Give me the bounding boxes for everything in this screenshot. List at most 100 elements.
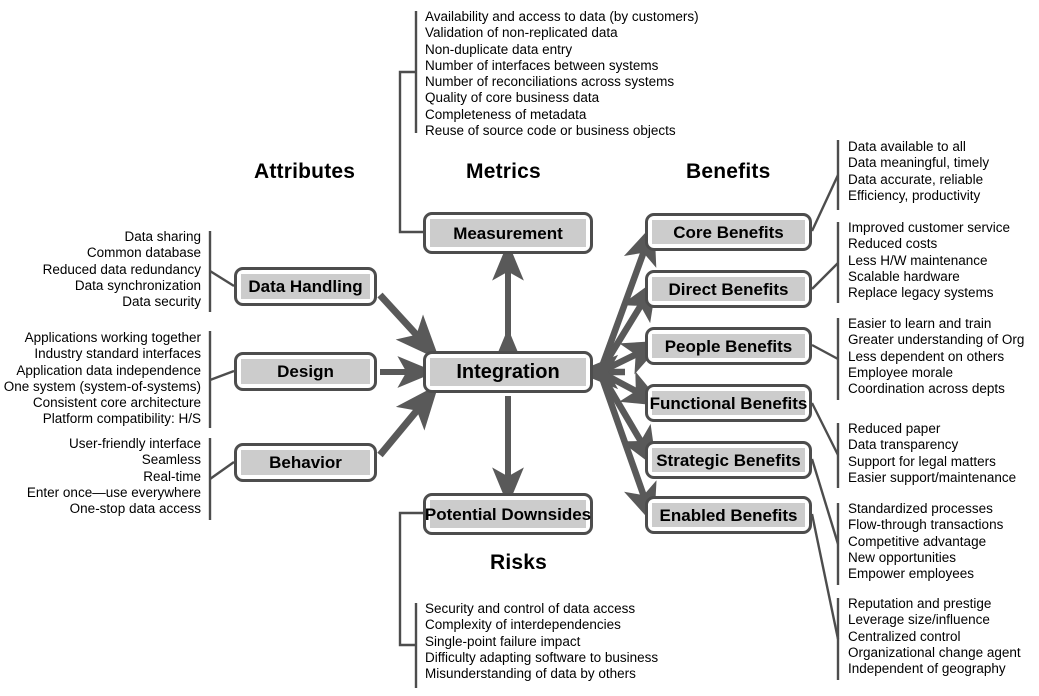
- list-item: Seamless: [141, 452, 201, 468]
- list-item: Common database: [86, 245, 201, 261]
- list-item: Platform compatibility: H/S: [42, 411, 201, 427]
- node-core-benefits-label: Core Benefits: [673, 222, 784, 242]
- node-potential-downsides-fill: Potential Downsides: [425, 500, 591, 528]
- list-item: Coordination across depts: [848, 381, 1005, 397]
- list-item: Industry standard interfaces: [34, 346, 201, 362]
- list-item: One-stop data access: [69, 501, 201, 517]
- list-item: Data accurate, reliable: [848, 171, 984, 187]
- list-item: Reduced data redundancy: [42, 261, 201, 277]
- node-design-fill: Design: [241, 359, 370, 384]
- list-item: Data meaningful, timely: [848, 155, 990, 171]
- diagram-canvas: Attributes Metrics Benefits Risks Measur…: [0, 0, 1039, 696]
- list-item: Reduced costs: [848, 236, 938, 252]
- list-item: Availability and access to data (by cust…: [425, 9, 699, 24]
- node-potential-downsides[interactable]: Potential Downsides: [423, 493, 593, 535]
- list-item: Organizational change agent: [848, 644, 1021, 660]
- heading-attributes: Attributes: [254, 160, 356, 183]
- node-people-benefits[interactable]: People Benefits: [645, 327, 812, 365]
- node-data-handling-label: Data Handling: [248, 277, 363, 296]
- node-measurement-fill: Measurement: [430, 219, 586, 247]
- list-item: Validation of non-replicated data: [425, 25, 618, 41]
- node-core-benefits-fill: Core Benefits: [652, 220, 805, 244]
- node-integration-fill: Integration: [430, 358, 586, 386]
- node-potential-downsides-label: Potential Downsides: [424, 504, 592, 524]
- list-item: Less dependent on others: [848, 348, 1005, 364]
- node-integration[interactable]: Integration: [423, 351, 593, 393]
- heading-risks: Risks: [490, 551, 548, 574]
- list-item: One system (system-of-systems): [3, 378, 201, 394]
- list-item: Centralized control: [848, 628, 961, 644]
- list-item: Data available to all: [848, 139, 966, 154]
- list-item: Improved customer service: [848, 220, 1011, 235]
- list-design: Applications working together Industry st…: [0, 330, 201, 428]
- list-item: Applications working together: [24, 330, 201, 345]
- node-behavior[interactable]: Behavior: [234, 443, 377, 482]
- node-enabled-benefits-label: Enabled Benefits: [659, 505, 798, 525]
- list-people-benefits: Easier to learn and train Greater underst…: [848, 316, 1024, 397]
- list-direct-benefits: Improved customer service Reduced costs Le…: [848, 220, 1010, 301]
- list-item: Consistent core architecture: [32, 395, 201, 411]
- list-item: Competitive advantage: [848, 533, 987, 549]
- node-direct-benefits-fill: Direct Benefits: [652, 277, 805, 301]
- list-item: Misunderstanding of data by others: [425, 666, 636, 682]
- node-integration-label: Integration: [456, 361, 560, 383]
- list-item: Quality of core business data: [425, 90, 600, 106]
- list-strategic-benefits: Standardized processes Flow-through trans…: [848, 501, 1003, 582]
- node-strategic-benefits-fill: Strategic Benefits: [652, 448, 805, 472]
- list-item: Independent of geography: [848, 661, 1006, 677]
- node-data-handling[interactable]: Data Handling: [234, 267, 377, 306]
- list-item: Replace legacy systems: [848, 285, 994, 301]
- list-item: Enter once—use everywhere: [26, 484, 201, 500]
- list-item: Easier support/maintenance: [848, 469, 1017, 485]
- list-item: Reuse of source code or business objects: [425, 123, 676, 139]
- list-item: Completeness of metadata: [425, 106, 587, 122]
- node-measurement-label: Measurement: [453, 223, 563, 243]
- node-behavior-label: Behavior: [269, 453, 342, 472]
- node-data-handling-fill: Data Handling: [241, 274, 370, 299]
- node-behavior-fill: Behavior: [241, 450, 370, 475]
- node-core-benefits[interactable]: Core Benefits: [645, 213, 812, 251]
- list-item: Data transparency: [848, 437, 959, 453]
- list-item: Less H/W maintenance: [848, 252, 988, 268]
- list-item: Difficulty adapting software to business: [425, 649, 659, 665]
- list-item: Number of reconciliations across systems: [425, 74, 675, 90]
- list-item: Real-time: [143, 468, 201, 484]
- list-item: Non-duplicate data entry: [425, 41, 573, 57]
- node-design[interactable]: Design: [234, 352, 377, 391]
- list-item: Reduced paper: [848, 421, 941, 436]
- list-item: Reputation and prestige: [848, 596, 992, 611]
- list-risks: Security and control of data access Compl…: [425, 601, 658, 682]
- list-item: Employee morale: [848, 364, 954, 380]
- node-functional-benefits-fill: Functional Benefits: [649, 391, 808, 415]
- list-item: Application data independence: [16, 362, 201, 378]
- list-item: Security and control of data access: [425, 601, 636, 616]
- list-item: Leverage size/influence: [848, 612, 990, 628]
- node-design-label: Design: [277, 362, 334, 381]
- node-people-benefits-fill: People Benefits: [652, 334, 805, 358]
- list-data-handling: Data sharing Common database Reduced data …: [0, 229, 201, 310]
- list-item: Standardized processes: [848, 501, 993, 516]
- list-item: Data synchronization: [74, 277, 201, 293]
- heading-benefits: Benefits: [686, 160, 771, 183]
- list-enabled-benefits: Reputation and prestige Leverage size/inf…: [848, 596, 1021, 677]
- node-functional-benefits-label: Functional Benefits: [649, 393, 808, 413]
- node-functional-benefits[interactable]: Functional Benefits: [645, 384, 812, 422]
- node-enabled-benefits[interactable]: Enabled Benefits: [645, 496, 812, 534]
- node-people-benefits-label: People Benefits: [664, 336, 793, 356]
- list-behavior: User-friendly interface Seamless Real-time…: [0, 436, 201, 517]
- list-functional-benefits: Reduced paper Data transparency Support fo…: [848, 421, 1016, 486]
- list-item: User-friendly interface: [68, 436, 201, 451]
- list-item: Complexity of interdependencies: [425, 617, 621, 633]
- list-item: Data sharing: [124, 229, 201, 244]
- node-direct-benefits[interactable]: Direct Benefits: [645, 270, 812, 308]
- node-measurement[interactable]: Measurement: [423, 212, 593, 254]
- node-enabled-benefits-fill: Enabled Benefits: [652, 503, 805, 527]
- list-item: Data security: [122, 294, 201, 310]
- list-item: Support for legal matters: [848, 453, 996, 469]
- list-metrics: Availability and access to data (by cust…: [425, 9, 699, 139]
- list-item: Number of interfaces between systems: [425, 57, 659, 73]
- node-strategic-benefits[interactable]: Strategic Benefits: [645, 441, 812, 479]
- list-item: Easier to learn and train: [848, 316, 992, 331]
- node-direct-benefits-label: Direct Benefits: [668, 279, 789, 299]
- list-item: Single-point failure impact: [425, 633, 581, 649]
